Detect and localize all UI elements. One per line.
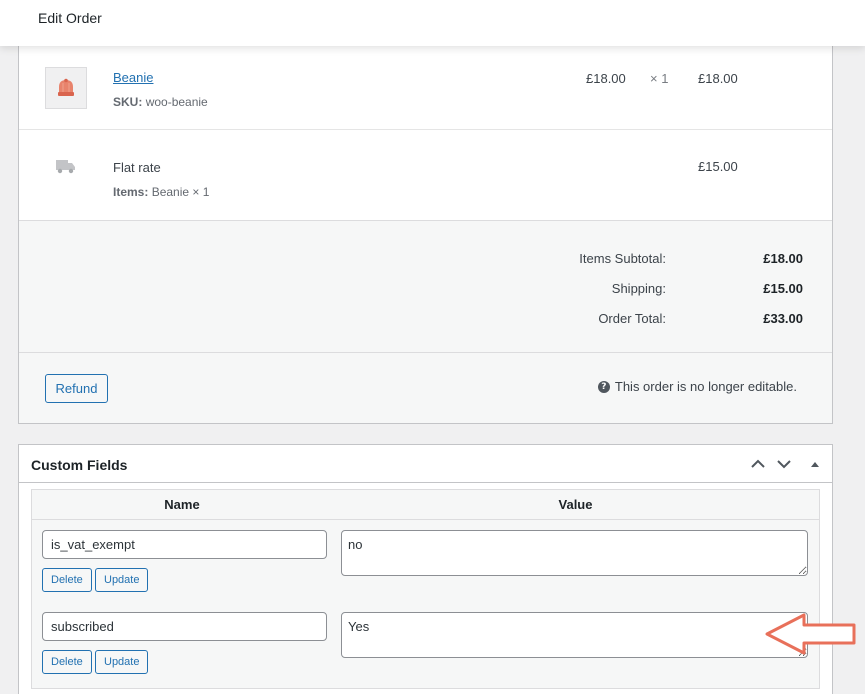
truck-icon	[55, 157, 77, 180]
meta-value-textarea[interactable]: Yes	[341, 612, 808, 658]
column-header-value: Value	[558, 497, 593, 512]
chevron-down-icon	[777, 460, 791, 469]
order-items-panel: Beanie SKU: woo-beanie £18.00 × 1 £18.00…	[18, 40, 833, 424]
custom-fields-header: Custom Fields	[19, 445, 832, 483]
order-total-label: Order Total:	[598, 311, 666, 326]
delete-button[interactable]: Delete	[42, 568, 92, 592]
beanie-thumbnail[interactable]	[45, 67, 87, 109]
shipping-total-label: Shipping:	[611, 281, 666, 296]
column-header-name: Name	[164, 497, 200, 512]
move-up-button[interactable]	[749, 455, 767, 473]
custom-fields-table: Name Value no Delete Update Yes Delete U…	[31, 489, 820, 689]
toggle-panel-button[interactable]	[806, 455, 824, 473]
beanie-icon	[58, 78, 74, 96]
update-button[interactable]: Update	[95, 650, 149, 674]
shipping-total-value: £15.00	[763, 281, 803, 296]
item-quantity: × 1	[650, 71, 669, 86]
annotation-arrow	[765, 613, 856, 655]
table-header: Name Value	[32, 490, 819, 520]
shipping-items-meta: Items: Beanie × 1	[113, 185, 209, 199]
caret-up-icon	[811, 462, 819, 467]
line-item-row: Beanie SKU: woo-beanie £18.00 × 1 £18.00	[19, 41, 832, 130]
meta-value-textarea[interactable]: no	[341, 530, 808, 576]
custom-fields-panel: Custom Fields Name Value no Delete Updat…	[18, 444, 833, 694]
order-total-value: £33.00	[763, 311, 803, 326]
order-actions: Refund ? This order is no longer editabl…	[19, 353, 832, 423]
help-icon[interactable]: ?	[597, 380, 610, 393]
shipping-row: Flat rate Items: Beanie × 1 £15.00	[19, 130, 832, 221]
chevron-up-icon	[751, 459, 765, 468]
not-editable-notice: ? This order is no longer editable.	[597, 379, 797, 394]
meta-key-input[interactable]	[42, 612, 327, 641]
update-button[interactable]: Update	[95, 568, 149, 592]
subtotal-value: £18.00	[763, 251, 803, 266]
shipping-items-label: Items:	[113, 185, 149, 199]
move-down-button[interactable]	[775, 455, 793, 473]
custom-fields-title: Custom Fields	[31, 457, 128, 473]
sku-meta: SKU: woo-beanie	[113, 95, 208, 109]
sku-value: woo-beanie	[145, 95, 208, 109]
shipping-total: £15.00	[698, 159, 738, 174]
item-total: £18.00	[698, 71, 738, 86]
shipping-items-value: Beanie × 1	[151, 185, 210, 199]
item-cost: £18.00	[586, 71, 626, 86]
refund-button[interactable]: Refund	[45, 374, 108, 403]
order-totals: Items Subtotal: £18.00 Shipping: £15.00 …	[19, 221, 832, 353]
page-title: Edit Order	[38, 10, 102, 26]
page-header: Edit Order	[0, 0, 865, 46]
product-link[interactable]: Beanie	[113, 70, 153, 85]
meta-key-input[interactable]	[42, 530, 327, 559]
notice-text: This order is no longer editable.	[614, 379, 797, 394]
subtotal-label: Items Subtotal:	[579, 251, 666, 266]
delete-button[interactable]: Delete	[42, 650, 92, 674]
shipping-method-name: Flat rate	[113, 160, 161, 175]
sku-label: SKU:	[113, 95, 143, 109]
